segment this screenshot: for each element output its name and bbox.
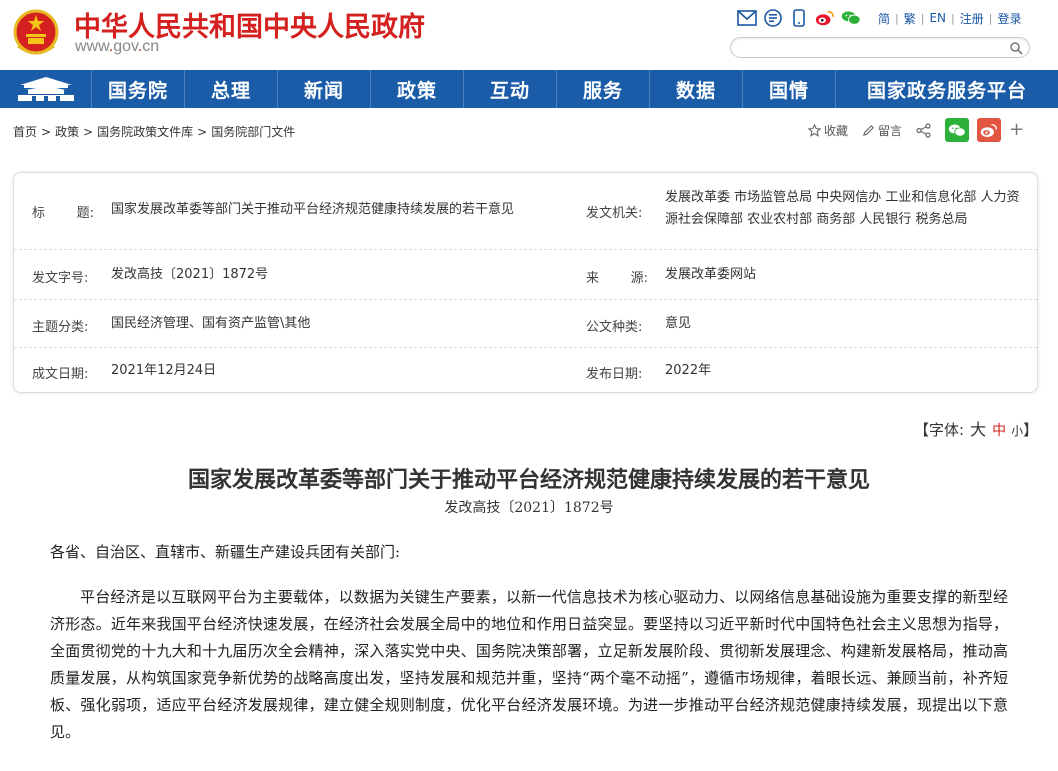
info-row: 标 题: 国家发展改革委等部门关于推动平台经济规范健康持续发展的若干意见 发文机关… xyxy=(14,173,1037,249)
language-account-links: 简 | 繁 | EN | 注册 | 登录 xyxy=(873,10,1027,27)
topic-value: 国民经济管理、国有资产监管\其他 xyxy=(111,316,311,331)
article-body: 各省、自治区、直辖市、新疆生产建设兵团有关部门: 平台经济是以互联网平台为主要载… xyxy=(50,540,1008,746)
breadcrumb-home[interactable]: 首页 xyxy=(13,125,37,139)
published-date-value: 2022年 xyxy=(665,363,712,378)
font-size-prefix: 【字体: xyxy=(914,421,965,439)
document-info-table: 标 题: 国家发展改革委等部门关于推动平台经济规范健康持续发展的若干意见 发文机关… xyxy=(13,172,1038,393)
font-size-large-button[interactable]: 大 xyxy=(970,420,986,439)
article-docno: 发改高技〔2021〕1872号 xyxy=(444,500,614,516)
docno-label: 发文字号: xyxy=(32,271,89,286)
comment-button[interactable]: 留言 xyxy=(862,122,902,139)
nav-item-data[interactable]: 数据 xyxy=(650,70,743,108)
created-date-value: 2021年12月24日 xyxy=(111,363,217,378)
site-header: 中华人民共和国中央人民政府 www.gov.cn 简 | 繁 | EN | 注册… xyxy=(0,0,1058,70)
domain-mid: gov xyxy=(113,38,138,55)
info-row: 主题分类: 国民经济管理、国有资产监管\其他 公文种类: 意见 xyxy=(14,299,1037,347)
comment-label: 留言 xyxy=(878,123,903,138)
share-icon[interactable] xyxy=(916,122,931,138)
source-label-part: 源: xyxy=(630,271,648,286)
traditional-chinese-link[interactable]: 繁 xyxy=(899,10,921,27)
site-domain: www.gov.cn xyxy=(75,38,159,56)
source-value: 发展改革委网站 xyxy=(665,267,757,282)
doctype-label: 公文种类: xyxy=(586,320,643,335)
title-label-part: 标 xyxy=(32,206,46,221)
created-date-label: 成文日期: xyxy=(32,367,89,382)
info-row: 成文日期: 2021年12月24日 发布日期: 2022年 xyxy=(14,347,1037,393)
source-label: 来 源: xyxy=(586,267,666,286)
issuer-label: 发文机关: xyxy=(586,206,643,221)
title-label-part: 题: xyxy=(76,206,94,221)
nav-item-policy[interactable]: 政策 xyxy=(371,70,464,108)
title-label: 标 题: xyxy=(32,202,112,221)
nav-home[interactable] xyxy=(0,70,92,108)
font-size-control: 【字体: 大中小】 xyxy=(914,416,1038,440)
favorite-button[interactable]: 收藏 xyxy=(808,122,848,139)
domain-prefix: www xyxy=(75,38,109,55)
breadcrumb-department-docs[interactable]: 国务院部门文件 xyxy=(211,125,295,139)
info-row: 发文字号: 发改高技〔2021〕1872号 来 源: 发展改革委网站 xyxy=(14,249,1037,299)
plus-icon[interactable]: + xyxy=(1009,121,1024,139)
pencil-icon xyxy=(862,124,874,136)
national-emblem-icon[interactable] xyxy=(12,8,60,58)
mail-icon[interactable] xyxy=(737,9,757,27)
breadcrumb-separator: > xyxy=(83,125,94,139)
nav-item-news[interactable]: 新闻 xyxy=(278,70,371,108)
breadcrumb-separator: > xyxy=(197,125,208,139)
doctype-value: 意见 xyxy=(665,316,692,331)
topic-label: 主题分类: xyxy=(32,320,89,335)
tiananmen-icon xyxy=(17,77,74,101)
title-value: 国家发展改革委等部门关于推动平台经济规范健康持续发展的若干意见 xyxy=(111,202,515,217)
issuer-value: 发展改革委 市场监管总局 中央网信办 工业和信息化部 人力资源社会保障部 农业农… xyxy=(665,190,1020,227)
breadcrumb-separator: > xyxy=(41,125,52,139)
article-actions: 收藏 留言 + xyxy=(808,118,1024,142)
breadcrumb-policy[interactable]: 政策 xyxy=(55,125,79,139)
nav-item-gov-service-platform[interactable]: 国家政务服务平台 xyxy=(836,70,1058,108)
weibo-icon xyxy=(980,123,998,137)
main-nav: 国务院 总理 新闻 政策 互动 服务 数据 国情 国家政务服务平台 xyxy=(0,70,1058,108)
search-input[interactable] xyxy=(741,40,1001,55)
nav-item-state-council[interactable]: 国务院 xyxy=(92,70,185,108)
english-link[interactable]: EN xyxy=(924,11,951,25)
share-weibo-button[interactable] xyxy=(977,118,1002,142)
font-size-medium-button[interactable]: 中 xyxy=(992,423,1006,439)
share-wechat-button[interactable] xyxy=(945,118,970,142)
article-paragraph: 平台经济是以互联网平台为主要载体，以数据为关键生产要素，以新一代信息技术为核心驱… xyxy=(50,588,1008,741)
domain-suffix: cn xyxy=(142,38,160,55)
search-icon[interactable] xyxy=(1009,41,1023,55)
nav-item-interaction[interactable]: 互动 xyxy=(464,70,557,108)
font-size-small-button[interactable]: 小 xyxy=(1011,424,1023,438)
source-label-part: 来 xyxy=(586,271,600,286)
wechat-icon[interactable] xyxy=(841,9,861,27)
register-link[interactable]: 注册 xyxy=(955,10,989,27)
published-date-label: 发布日期: xyxy=(586,367,643,382)
search-box xyxy=(730,37,1030,58)
nav-item-services[interactable]: 服务 xyxy=(557,70,650,108)
mobile-icon[interactable] xyxy=(789,9,809,27)
wechat-icon xyxy=(948,124,966,136)
weibo-icon[interactable] xyxy=(815,9,835,27)
simplified-chinese-link[interactable]: 简 xyxy=(873,10,895,27)
star-icon xyxy=(808,123,821,137)
nav-item-national-info[interactable]: 国情 xyxy=(743,70,836,108)
breadcrumb: 首页 > 政策 > 国务院政策文件库 > 国务院部门文件 xyxy=(13,123,295,140)
favorite-label: 收藏 xyxy=(824,123,849,138)
breadcrumb-policy-library[interactable]: 国务院政策文件库 xyxy=(97,125,193,139)
rss-icon[interactable] xyxy=(763,9,783,27)
article-title: 国家发展改革委等部门关于推动平台经济规范健康持续发展的若干意见 xyxy=(187,467,870,493)
article-address: 各省、自治区、直辖市、新疆生产建设兵团有关部门: xyxy=(50,543,401,561)
top-toolbar: 简 | 繁 | EN | 注册 | 登录 xyxy=(737,8,1027,28)
nav-item-premier[interactable]: 总理 xyxy=(185,70,278,108)
docno-value: 发改高技〔2021〕1872号 xyxy=(111,267,269,282)
font-size-suffix: 】 xyxy=(1023,421,1039,439)
login-link[interactable]: 登录 xyxy=(992,10,1026,27)
